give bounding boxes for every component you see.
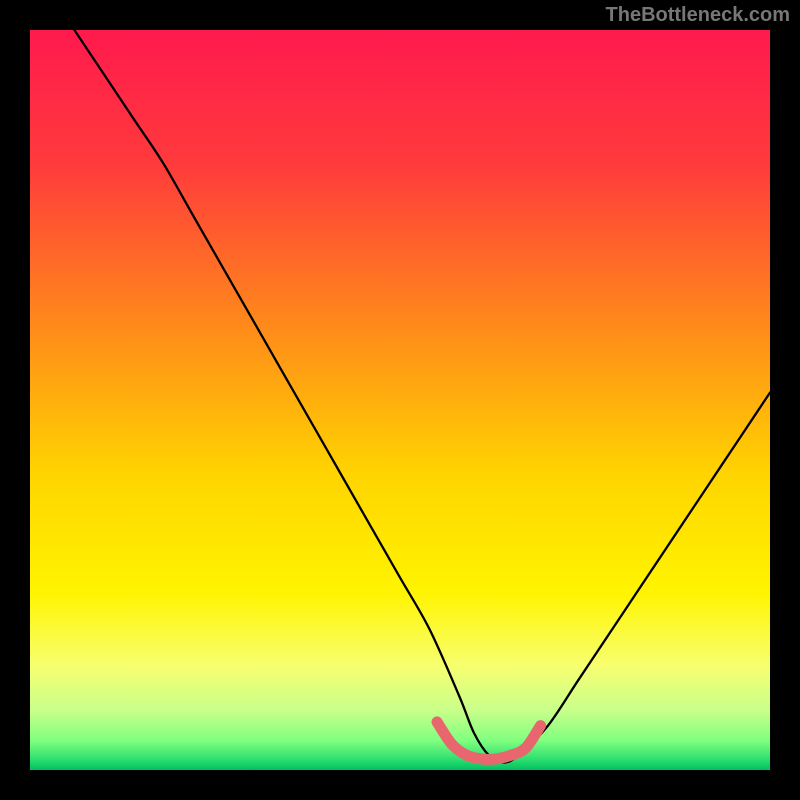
chart-svg <box>30 30 770 770</box>
chart-container: TheBottleneck.com <box>0 0 800 800</box>
plot-area <box>30 30 770 770</box>
attribution-text: TheBottleneck.com <box>606 4 790 27</box>
gradient-background <box>30 30 770 770</box>
